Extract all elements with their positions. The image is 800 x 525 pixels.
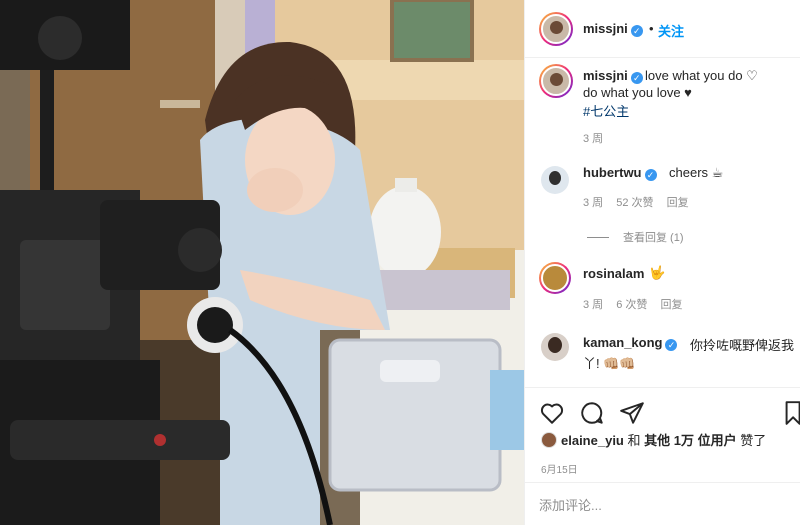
comment-text-line-1: 你拎咗嘅野俾返我 xyxy=(690,338,795,353)
verified-badge-icon: ✓ xyxy=(665,339,678,351)
reply-button[interactable]: 回复 xyxy=(661,299,683,311)
heart-icon[interactable] xyxy=(539,400,565,426)
post-side-panel: missjni ✓ • 关注 missjni ✓ love what you do … xyxy=(524,0,800,525)
liker-avatar[interactable] xyxy=(541,432,557,448)
comment-time: 3 周 xyxy=(583,299,604,311)
reply-button[interactable]: 回复 xyxy=(667,197,689,209)
caption-author-avatar[interactable] xyxy=(539,64,573,98)
comment-likes[interactable]: 52 次赞 xyxy=(616,197,653,209)
comment-username[interactable]: hubertwu ✓ xyxy=(583,165,657,181)
comment-username[interactable]: kaman_kong ✓ xyxy=(583,335,678,351)
post-photo-drawing xyxy=(0,0,524,525)
comment-text: 🤟 xyxy=(649,265,666,280)
add-comment-bar xyxy=(525,482,800,525)
header-separator: • xyxy=(649,21,654,36)
replies-divider xyxy=(587,237,609,238)
add-comment-input[interactable] xyxy=(539,495,779,515)
comment-likes[interactable]: 6 次赞 xyxy=(616,299,647,311)
likes-summary: elaine_yiu 和 其他 1万 位用户 赞了 xyxy=(541,430,766,449)
post-header: missjni ✓ • 关注 xyxy=(525,0,800,58)
comment-meta: 3 周 52 次赞 回复 xyxy=(583,194,699,210)
bookmark-icon[interactable] xyxy=(783,400,800,426)
share-icon[interactable] xyxy=(619,400,645,426)
caption-line-1: love what you do ♡ xyxy=(645,68,758,83)
verified-badge-icon: ✓ xyxy=(630,72,643,84)
post-photo xyxy=(0,0,524,525)
caption-line-2: do what you love ♥ xyxy=(583,85,692,100)
commenter-avatar[interactable] xyxy=(541,166,569,194)
commenter-avatar[interactable] xyxy=(539,262,571,294)
commenter-avatar[interactable] xyxy=(541,333,569,361)
verified-badge-icon: ✓ xyxy=(630,25,643,37)
comment-username[interactable]: rosinalam xyxy=(583,266,644,281)
comment-time: 3 周 xyxy=(583,197,604,209)
comment-text: cheers ☕ xyxy=(669,165,724,180)
view-replies-button[interactable]: 查看回复 (1) xyxy=(587,229,684,245)
verified-badge-icon: ✓ xyxy=(644,169,657,181)
liker-username[interactable]: elaine_yiu xyxy=(561,433,624,448)
likes-others[interactable]: 其他 1万 位用户 xyxy=(644,433,736,448)
caption-hashtag-link[interactable]: #七公主 xyxy=(583,101,629,120)
comment-text-line-2: 丫! 👊🏼👊🏼 xyxy=(583,356,636,371)
likes-suffix: 赞了 xyxy=(740,433,767,448)
comment-icon[interactable] xyxy=(579,400,605,426)
caption-author-username[interactable]: missjni ✓ xyxy=(583,68,643,84)
comment-meta: 3 周 6 次赞 回复 xyxy=(583,296,693,312)
author-username[interactable]: missjni ✓ xyxy=(583,21,643,37)
likes-and: 和 xyxy=(627,433,641,448)
author-avatar[interactable] xyxy=(539,12,573,46)
follow-button[interactable]: 关注 xyxy=(658,21,684,40)
caption-time: 3 周 xyxy=(583,133,604,145)
post-date: 6月15日 xyxy=(541,465,578,476)
